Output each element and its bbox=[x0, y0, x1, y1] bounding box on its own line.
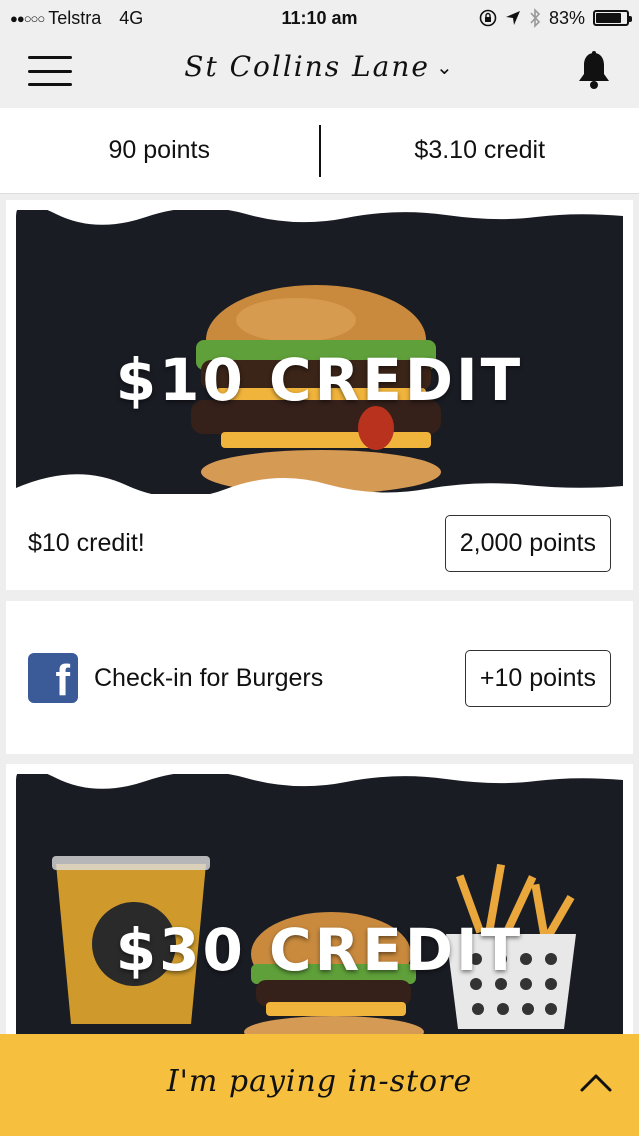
facebook-checkin-card[interactable]: f Check-in for Burgers +10 points bbox=[6, 601, 633, 754]
rotation-lock-icon bbox=[479, 9, 497, 27]
checkin-title: Check-in for Burgers bbox=[94, 663, 324, 692]
reward-card-30-credit[interactable]: $30 CREDIT bbox=[6, 764, 633, 1064]
reward-title: $10 credit! bbox=[28, 528, 145, 557]
points-summary-bar: 90 points $3.10 credit bbox=[0, 108, 639, 194]
reward-image-label: $10 CREDIT bbox=[115, 346, 524, 414]
status-left: ●●○○○ Telstra 4G bbox=[10, 8, 240, 29]
reward-card-10-credit[interactable]: $10 CREDIT $10 credit! 2,000 points bbox=[6, 200, 633, 590]
checkin-row: f Check-in for Burgers +10 points bbox=[6, 647, 633, 709]
credit-balance: $3.10 credit bbox=[414, 136, 546, 164]
redeem-points-button[interactable]: 2,000 points bbox=[444, 514, 611, 572]
reward-image-burger: $10 CREDIT bbox=[16, 210, 623, 494]
pay-in-store-label: I'm paying in-store bbox=[166, 1064, 473, 1099]
bluetooth-icon bbox=[530, 8, 541, 28]
reward-row: $10 credit! 2,000 points bbox=[6, 510, 633, 576]
battery-percent: 83% bbox=[548, 7, 585, 28]
pay-in-store-bar[interactable]: I'm paying in-store bbox=[0, 1034, 639, 1136]
reward-image-label: $30 CREDIT bbox=[115, 916, 524, 984]
status-right: 83% bbox=[479, 7, 632, 29]
chevron-down-icon: ⌄ bbox=[435, 55, 455, 79]
facebook-icon: f bbox=[28, 653, 78, 703]
carrier-label: Telstra bbox=[48, 7, 102, 28]
bell-icon[interactable] bbox=[575, 50, 613, 90]
network-label: 4G bbox=[119, 7, 144, 28]
location-arrow-icon bbox=[505, 11, 520, 25]
reward-image-combo: $30 CREDIT bbox=[16, 774, 623, 1064]
header: St Collins Lane ⌄ bbox=[0, 36, 639, 108]
signal-strength-icon: ●●○○○ bbox=[10, 10, 45, 26]
points-balance: 90 points bbox=[108, 136, 210, 164]
location-label: St Collins Lane bbox=[184, 50, 430, 83]
battery-icon bbox=[593, 10, 632, 26]
chevron-up-icon[interactable] bbox=[579, 1070, 613, 1094]
location-selector[interactable]: St Collins Lane ⌄ bbox=[0, 50, 639, 83]
status-bar: ●●○○○ Telstra 4G 11:10 am 83% bbox=[0, 0, 639, 36]
checkin-points-button[interactable]: +10 points bbox=[464, 649, 611, 707]
